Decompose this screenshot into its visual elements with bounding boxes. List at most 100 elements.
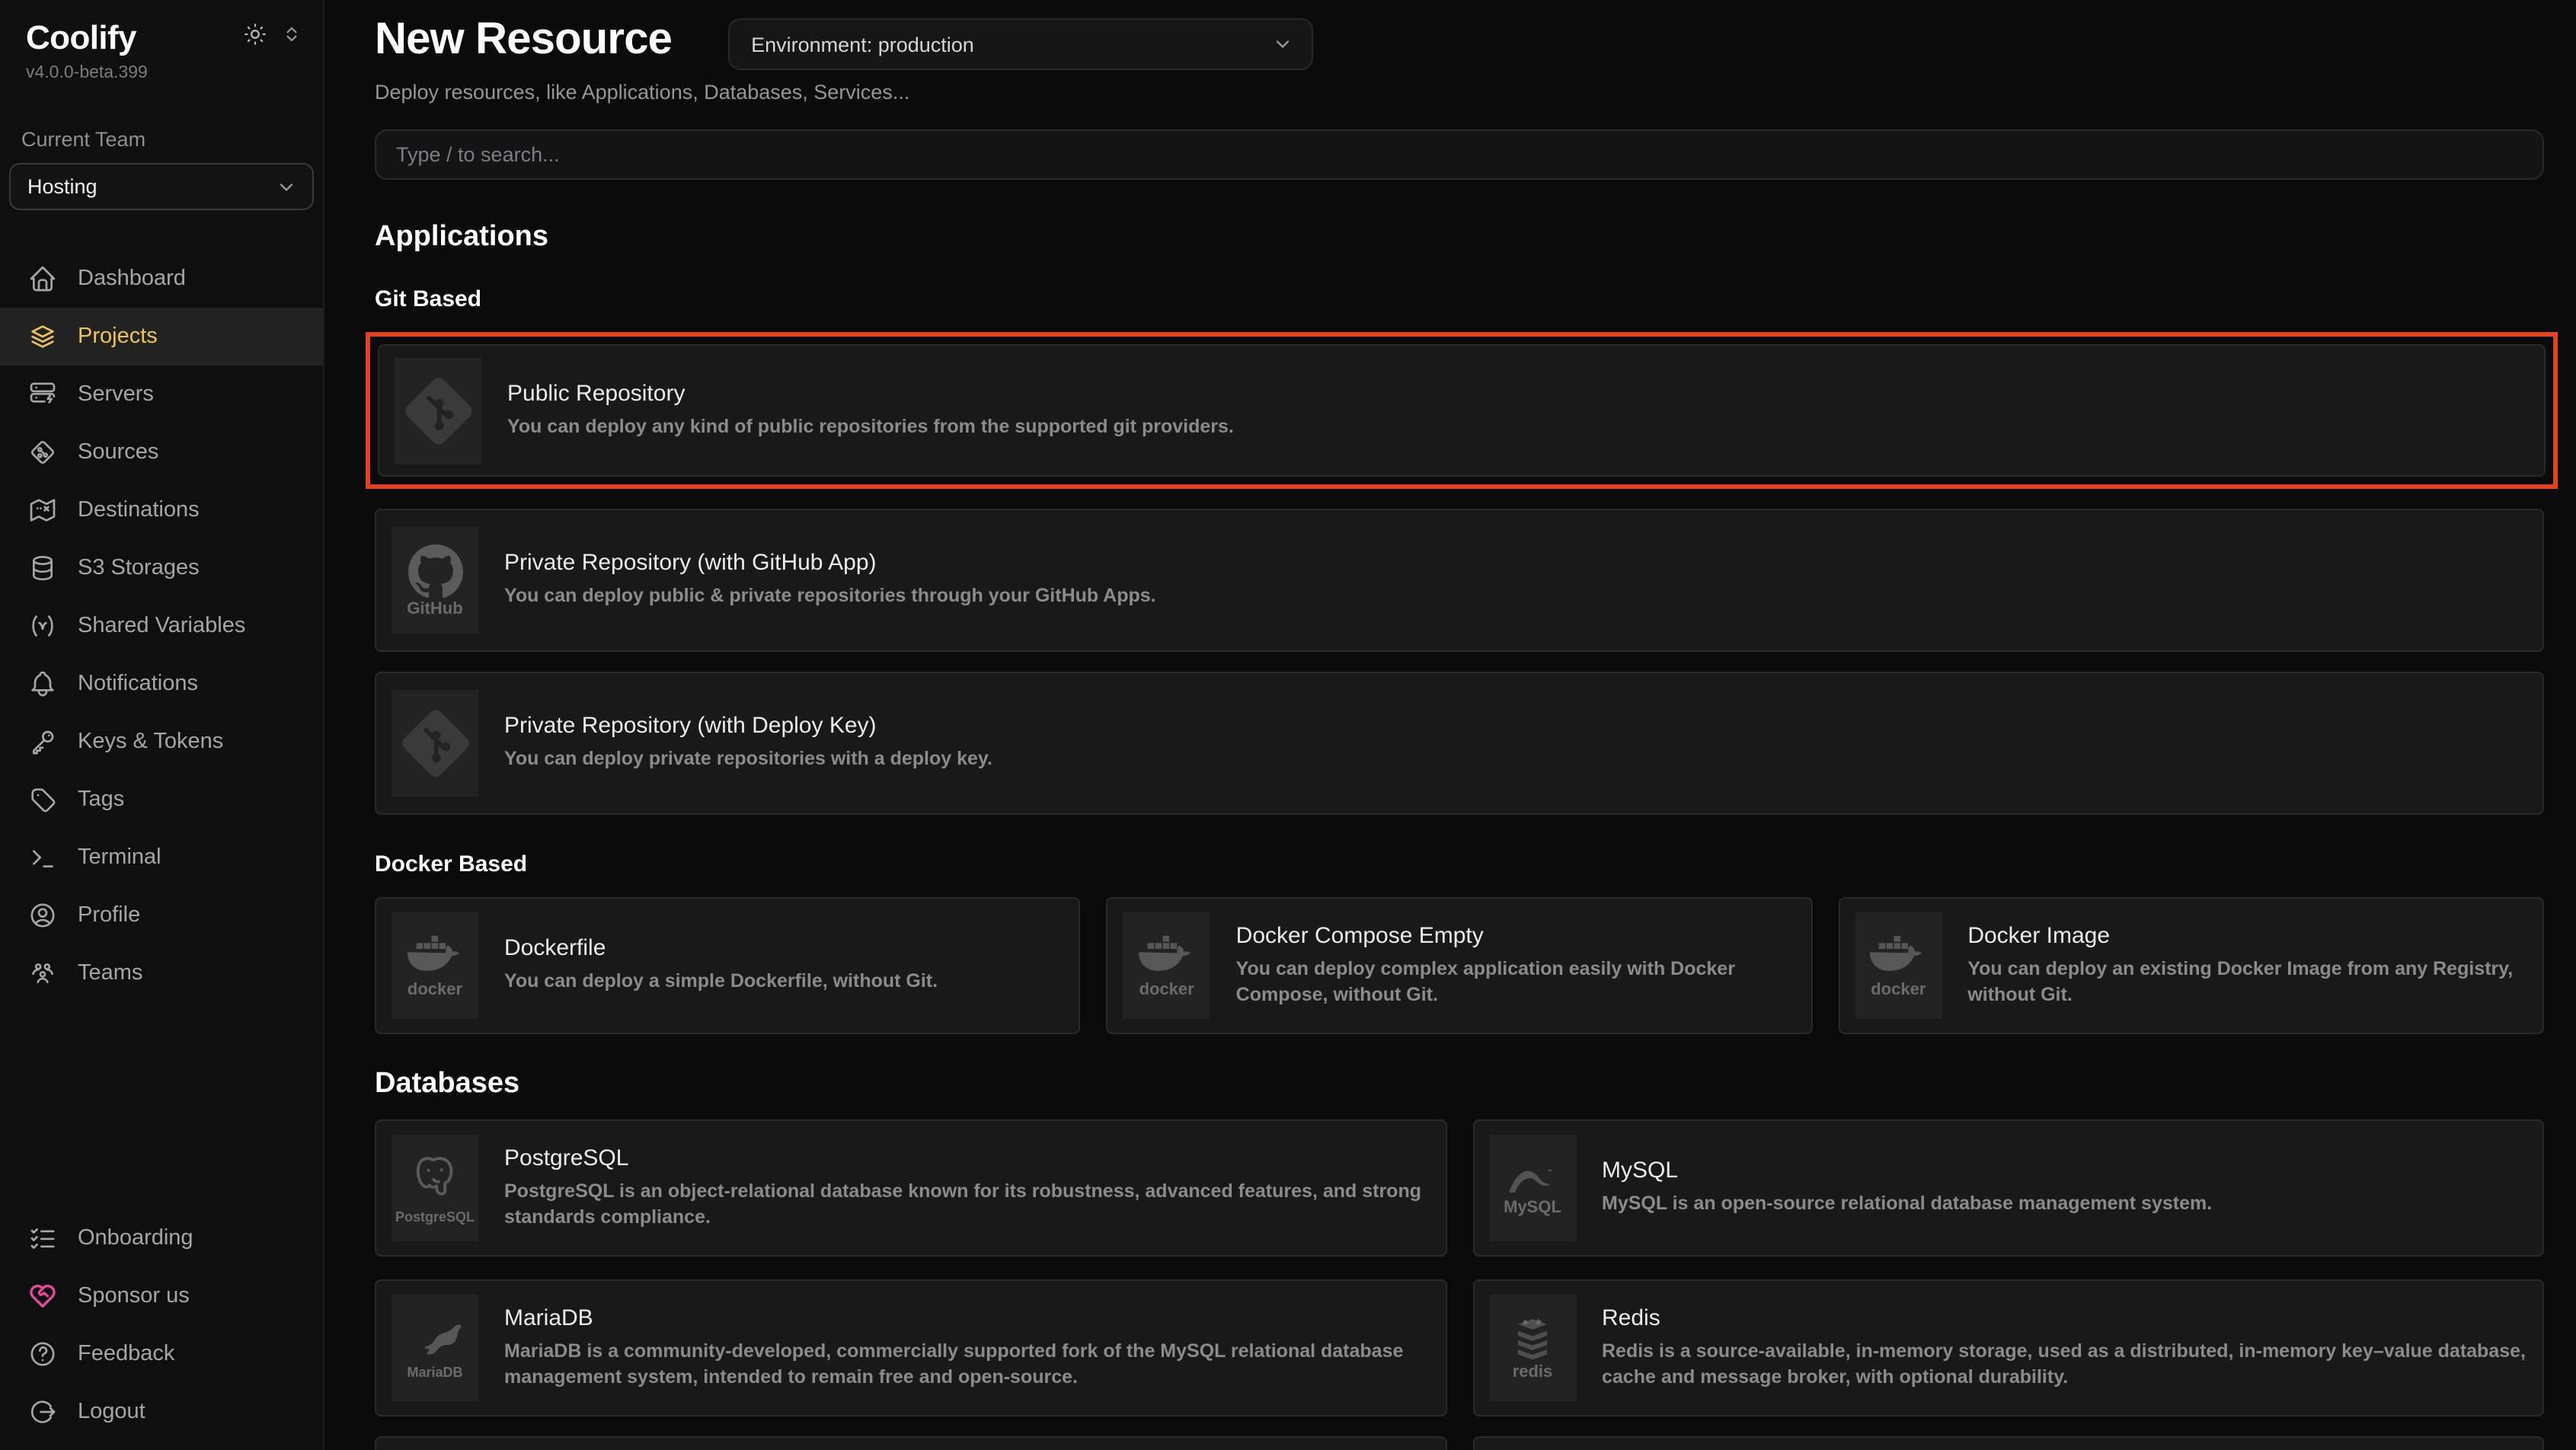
sidebar-item-destinations[interactable]: Destinations <box>0 481 323 539</box>
home-icon <box>27 263 58 294</box>
card-title: Private Repository (with GitHub App) <box>504 551 1156 576</box>
card-description: You can deploy complex application easil… <box>1236 956 1796 1009</box>
sidebar-footer: Onboarding Sponsor us Feedback Logout <box>0 1209 323 1441</box>
sidebar-item-projects[interactable]: Projects <box>0 308 323 366</box>
sidebar-item-label: Projects <box>78 324 158 349</box>
sidebar-item-label: Feedback <box>78 1342 174 1366</box>
sidebar-item-servers[interactable]: Servers <box>0 366 323 423</box>
card-partially-visible[interactable] <box>1472 1436 2544 1450</box>
sidebar-item-teams[interactable]: Teams <box>0 944 323 1002</box>
sidebar-item-label: Onboarding <box>78 1226 193 1250</box>
environment-select[interactable]: Environment: production <box>728 18 1313 70</box>
card-mariadb[interactable]: MariaDB MariaDB MariaDB is a community-d… <box>375 1279 1446 1416</box>
card-text: Public Repository You can deploy any kin… <box>507 381 1234 441</box>
github-wordmark: GitHub <box>407 601 462 618</box>
card-docker-compose-empty[interactable]: docker Docker Compose Empty You can depl… <box>1107 897 1813 1034</box>
sidebar-item-label: Keys & Tokens <box>78 730 223 754</box>
card-postgresql[interactable]: PostgreSQL PostgreSQL PostgreSQL is an o… <box>375 1119 1446 1257</box>
card-public-repository[interactable]: Public Repository You can deploy any kin… <box>378 344 2546 477</box>
environment-select-value: Environment: production <box>751 33 974 56</box>
card-description: You can deploy an existing Docker Image … <box>1967 956 2527 1009</box>
mysql-wordmark: MySQL <box>1504 1199 1561 1216</box>
card-description: MariaDB is a community-developed, commer… <box>504 1338 1430 1391</box>
card-description: You can deploy a simple Dockerfile, with… <box>504 969 938 996</box>
sidebar-item-label: S3 Storages <box>78 556 200 580</box>
server-icon <box>27 379 58 410</box>
git-based-heading: Git Based <box>375 286 2544 312</box>
coolify-app: Coolify v4.0.0-beta.399 Current Team Hos… <box>0 0 2576 1450</box>
card-title: Public Repository <box>507 381 1234 407</box>
card-docker-image[interactable]: docker Docker Image You can deploy an ex… <box>1838 897 2544 1034</box>
sidebar-item-profile[interactable]: Profile <box>0 886 323 944</box>
onboarding-highlight-ring: Public Repository You can deploy any kin… <box>366 332 2558 489</box>
sidebar-item-logout[interactable]: Logout <box>0 1383 323 1441</box>
page-subtitle: Deploy resources, like Applications, Dat… <box>375 81 2544 104</box>
databases-heading: Databases <box>375 1068 2544 1101</box>
page-title: New Resource <box>375 15 672 65</box>
sidebar-item-dashboard[interactable]: Dashboard <box>0 250 323 308</box>
sidebar-item-label: Teams <box>78 961 142 985</box>
key-icon <box>27 727 58 757</box>
sidebar-item-notifications[interactable]: Notifications <box>0 655 323 713</box>
card-title: Dockerfile <box>504 936 938 962</box>
team-select[interactable]: Hosting <box>9 163 314 210</box>
card-description: Redis is a source-available, in-memory s… <box>1602 1338 2527 1391</box>
tag-icon <box>27 784 58 815</box>
sidebar-item-shared-variables[interactable]: Shared Variables <box>0 597 323 655</box>
sidebar-item-feedback[interactable]: Feedback <box>0 1325 323 1383</box>
sidebar-item-onboarding[interactable]: Onboarding <box>0 1209 323 1267</box>
sidebar-item-label: Logout <box>78 1400 145 1424</box>
main-content: New Resource Environment: production Dep… <box>324 0 2576 1450</box>
map-icon <box>27 495 58 525</box>
docker-based-heading: Docker Based <box>375 851 2544 877</box>
card-private-repository-deploy-key[interactable]: Private Repository (with Deploy Key) You… <box>375 672 2544 815</box>
docker-logo: docker <box>392 912 478 1019</box>
sidebar-item-sources[interactable]: Sources <box>0 423 323 481</box>
sidebar-item-s3-storages[interactable]: S3 Storages <box>0 539 323 597</box>
card-description: You can deploy any kind of public reposi… <box>507 414 1234 441</box>
terminal-icon <box>27 842 58 873</box>
card-description: You can deploy private repositories with… <box>504 747 992 774</box>
checklist-icon <box>27 1223 58 1254</box>
applications-heading: Applications <box>375 221 2544 254</box>
chevron-down-icon <box>276 176 297 197</box>
logout-icon <box>27 1397 58 1427</box>
card-title: Docker Image <box>1967 922 2527 948</box>
docker-wordmark: docker <box>407 982 462 998</box>
theme-sun-icon[interactable] <box>242 21 268 55</box>
database-cards: PostgreSQL PostgreSQL PostgreSQL is an o… <box>375 1119 2544 1450</box>
postgresql-logo: PostgreSQL <box>392 1135 478 1241</box>
sidebar-item-terminal[interactable]: Terminal <box>0 829 323 886</box>
docker-logo: docker <box>1855 912 1942 1019</box>
theme-controls <box>242 21 302 55</box>
card-partially-visible[interactable] <box>375 1436 1446 1450</box>
sidebar-item-tags[interactable]: Tags <box>0 771 323 829</box>
card-text: Docker Image You can deploy an existing … <box>1967 922 2527 1009</box>
card-title: MariaDB <box>504 1305 1430 1330</box>
sidebar-item-label: Shared Variables <box>78 614 245 638</box>
card-redis[interactable]: redis Redis Redis is a source-available,… <box>1472 1279 2544 1416</box>
card-title: Private Repository (with Deploy Key) <box>504 714 992 739</box>
card-title: Docker Compose Empty <box>1236 922 1796 948</box>
git-logo <box>395 357 481 464</box>
git-cards: Public Repository You can deploy any kin… <box>375 332 2544 815</box>
card-mysql[interactable]: MySQL MySQL MySQL is an open-source rela… <box>1472 1119 2544 1257</box>
card-private-repository-github-app[interactable]: GitHub Private Repository (with GitHub A… <box>375 509 2544 652</box>
card-title: PostgreSQL <box>504 1145 1430 1171</box>
app-logo: Coolify <box>26 18 136 58</box>
layers-icon <box>27 321 58 352</box>
search-input[interactable] <box>375 129 2544 180</box>
sidebar-item-keys-tokens[interactable]: Keys & Tokens <box>0 713 323 771</box>
card-text: Dockerfile You can deploy a simple Docke… <box>504 936 938 996</box>
card-text: PostgreSQL PostgreSQL is an object-relat… <box>504 1145 1430 1231</box>
sidebar-item-sponsor-us[interactable]: Sponsor us <box>0 1267 323 1325</box>
bell-icon <box>27 669 58 699</box>
sidebar-item-label: Terminal <box>78 845 161 870</box>
sidebar-item-label: Dashboard <box>78 267 186 291</box>
theme-selector-chevrons-icon[interactable] <box>282 24 302 52</box>
card-dockerfile[interactable]: docker Dockerfile You can deploy a simpl… <box>375 897 1081 1034</box>
docker-wordmark: docker <box>1871 982 1926 998</box>
sidebar-item-label: Destinations <box>78 498 200 522</box>
card-text: Private Repository (with GitHub App) You… <box>504 551 1156 611</box>
card-title: MySQL <box>1602 1158 2212 1184</box>
